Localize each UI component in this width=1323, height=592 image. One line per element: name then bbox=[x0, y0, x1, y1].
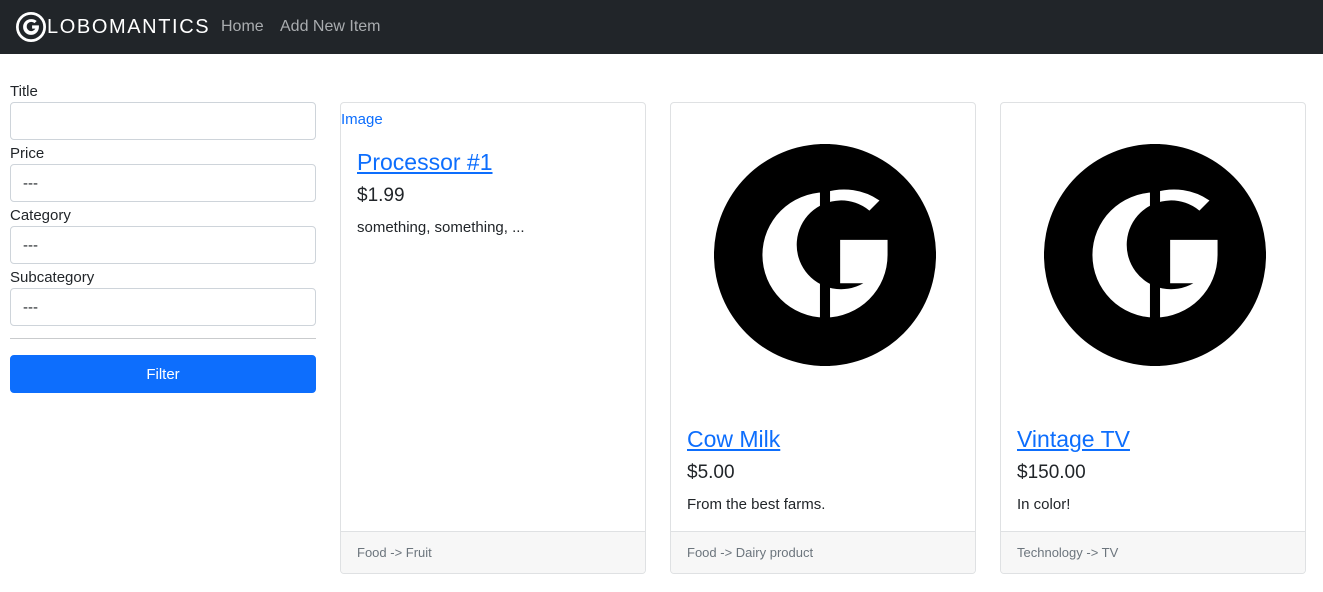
nav-home-link[interactable]: Home bbox=[221, 17, 264, 37]
price-select-value: --- bbox=[23, 174, 38, 192]
item-price: $150.00 bbox=[1017, 462, 1086, 483]
brand-name: LOBOMANTICS bbox=[47, 16, 211, 38]
title-label: Title bbox=[10, 83, 38, 100]
item-category-path: Food -> Dairy product bbox=[671, 531, 975, 573]
category-select[interactable]: --- bbox=[10, 226, 316, 264]
item-title-link[interactable]: Processor #1 bbox=[357, 147, 493, 177]
subcategory-select[interactable]: --- bbox=[10, 288, 316, 326]
item-price: $1.99 bbox=[357, 185, 405, 206]
globomantics-g-logo-icon[interactable] bbox=[1044, 144, 1266, 366]
brand-link[interactable]: LOBOMANTICS bbox=[16, 11, 210, 43]
item-category-path: Food -> Fruit bbox=[341, 531, 645, 573]
title-input[interactable] bbox=[10, 102, 316, 140]
item-card: Vintage TV $150.00 In color! Technology … bbox=[1000, 102, 1306, 574]
price-label: Price bbox=[10, 145, 45, 162]
subcategory-select-value: --- bbox=[23, 298, 38, 316]
price-select[interactable]: --- bbox=[10, 164, 316, 202]
subcategory-label: Subcategory bbox=[10, 269, 95, 286]
nav-add-new-item-link[interactable]: Add New Item bbox=[280, 17, 380, 37]
item-description: From the best farms. bbox=[687, 496, 826, 513]
category-label: Category bbox=[10, 207, 71, 224]
item-card: Cow Milk $5.00 From the best farms. Food… bbox=[670, 102, 976, 574]
globomantics-g-logo-icon bbox=[16, 12, 46, 42]
globomantics-g-logo-icon[interactable] bbox=[714, 144, 936, 366]
filter-panel: Title Price --- Category --- Subcategory… bbox=[10, 82, 316, 393]
item-title-link[interactable]: Cow Milk bbox=[687, 424, 780, 454]
item-price: $5.00 bbox=[687, 462, 735, 483]
category-select-value: --- bbox=[23, 236, 38, 254]
item-category-path: Technology -> TV bbox=[1001, 531, 1305, 573]
item-title-link[interactable]: Vintage TV bbox=[1017, 424, 1130, 454]
item-image-broken[interactable]: Image bbox=[341, 110, 383, 130]
navbar: LOBOMANTICS Home Add New Item bbox=[0, 0, 1323, 54]
item-description: something, something, ... bbox=[357, 219, 525, 236]
item-description: In color! bbox=[1017, 496, 1071, 513]
filter-button[interactable]: Filter bbox=[10, 355, 316, 393]
item-card: Image Processor #1 $1.99 something, some… bbox=[340, 102, 646, 574]
filter-divider bbox=[10, 338, 316, 339]
